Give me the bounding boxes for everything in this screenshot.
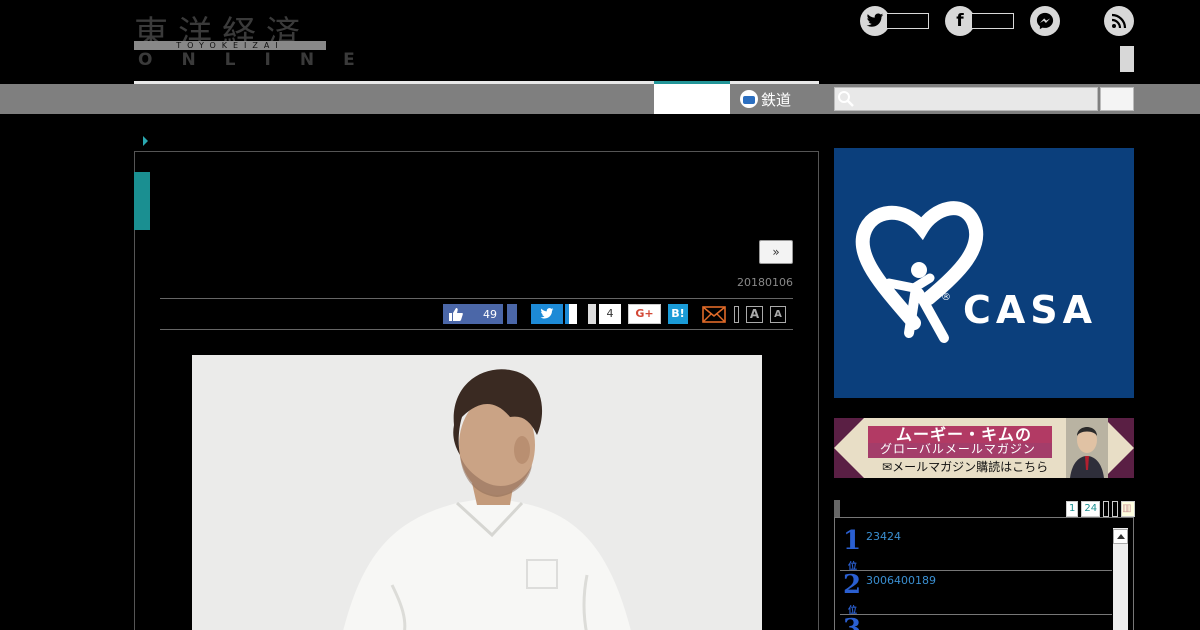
- share-divider-bottom: [160, 329, 793, 330]
- facebook-follow[interactable]: f: [945, 6, 1014, 36]
- ranking-number: 2位: [842, 570, 862, 616]
- mail-ad-cta: ✉メールマガジン購読はこちら: [882, 460, 1049, 474]
- ranking-item[interactable]: 3: [840, 615, 1112, 630]
- twitter-bird-icon: [540, 308, 554, 319]
- article-photo: [192, 355, 762, 630]
- breadcrumb-arrow-icon: [143, 136, 148, 146]
- like-share-extra[interactable]: [507, 304, 517, 324]
- facebook-count-box: [972, 13, 1014, 29]
- ranking-title[interactable]: 23424: [864, 527, 903, 570]
- more-button[interactable]: »: [759, 240, 793, 264]
- search-button[interactable]: [1100, 87, 1134, 111]
- casa-banner-ad[interactable]: [834, 148, 1134, 398]
- casa-registered-mark: ®: [941, 292, 951, 303]
- nav-tab-active[interactable]: [654, 84, 730, 114]
- facebook-like-button[interactable]: 49: [443, 304, 503, 324]
- ranking-list: 1位 23424 2位 3006400189 3: [840, 527, 1112, 630]
- ranking-item[interactable]: 2位 3006400189: [840, 570, 1112, 616]
- ranking-tab-1[interactable]: 1: [1066, 501, 1079, 517]
- font-large-button[interactable]: A: [746, 306, 763, 323]
- nav-tab-rail-label: 鉄道: [761, 90, 792, 109]
- mail-ad-portrait: [1066, 418, 1108, 478]
- casa-wordmark: CASA: [963, 288, 1098, 332]
- ranking-calendar-icon[interactable]: ▥: [1121, 501, 1136, 517]
- ranking-tab-separator: [1112, 501, 1119, 517]
- ranking-item[interactable]: 1位 23424: [840, 526, 1112, 572]
- menu-toggle-button[interactable]: [1120, 46, 1134, 72]
- search-icon: [838, 91, 854, 107]
- ranking-header-bar: [834, 500, 840, 518]
- rss-link[interactable]: [1104, 6, 1134, 36]
- mail-icon[interactable]: [702, 306, 726, 323]
- tweet-count-box: [565, 304, 577, 324]
- nav-tab-rail[interactable]: 鉄道: [740, 84, 791, 114]
- twitter-icon: [860, 6, 890, 36]
- ranking-tab-separator: [1103, 501, 1110, 517]
- ranking-number: 1位: [842, 526, 862, 572]
- thumbs-up-icon: [449, 307, 463, 321]
- scroll-up-arrow-icon[interactable]: [1113, 529, 1128, 544]
- messenger-link[interactable]: [1030, 6, 1060, 36]
- twitter-count-box: [887, 13, 929, 29]
- facebook-icon: f: [945, 6, 975, 36]
- share-divider-top: [160, 298, 793, 299]
- twitter-follow[interactable]: [860, 6, 929, 36]
- font-small-button[interactable]: A: [770, 306, 786, 323]
- ranking-number: 3: [842, 614, 862, 630]
- ranking-title[interactable]: [864, 615, 868, 630]
- like-count: 49: [483, 307, 497, 321]
- site-logo[interactable]: 東洋経済 TOYOKEIZAI ONLINE: [134, 6, 355, 70]
- search-input[interactable]: [834, 87, 1098, 111]
- ranking-tab-24[interactable]: 24: [1081, 501, 1101, 517]
- logo-online: ONLINE: [138, 50, 384, 70]
- train-icon: [740, 90, 758, 108]
- google-plus-button[interactable]: G+: [628, 304, 661, 324]
- mail-ad-subtitle: グローバルメールマガジン: [880, 442, 1036, 456]
- rss-icon: [1104, 6, 1134, 36]
- ranking-title[interactable]: 3006400189: [864, 571, 938, 614]
- ranking-tabs: 1 24 ▥: [1066, 501, 1136, 517]
- pocket-button[interactable]: [588, 304, 596, 324]
- hatena-bookmark-button[interactable]: B!: [668, 304, 688, 324]
- casa-logo-icon: [855, 201, 984, 343]
- article-date: 20180106: [737, 276, 793, 289]
- pocket-count: 4: [599, 304, 621, 324]
- print-button[interactable]: [734, 306, 739, 323]
- mail-ad-cta-label: メールマガジン購読はこちら: [892, 460, 1049, 474]
- messenger-icon: [1030, 6, 1060, 36]
- article-category-tab: [134, 172, 150, 230]
- tweet-button[interactable]: [531, 304, 563, 324]
